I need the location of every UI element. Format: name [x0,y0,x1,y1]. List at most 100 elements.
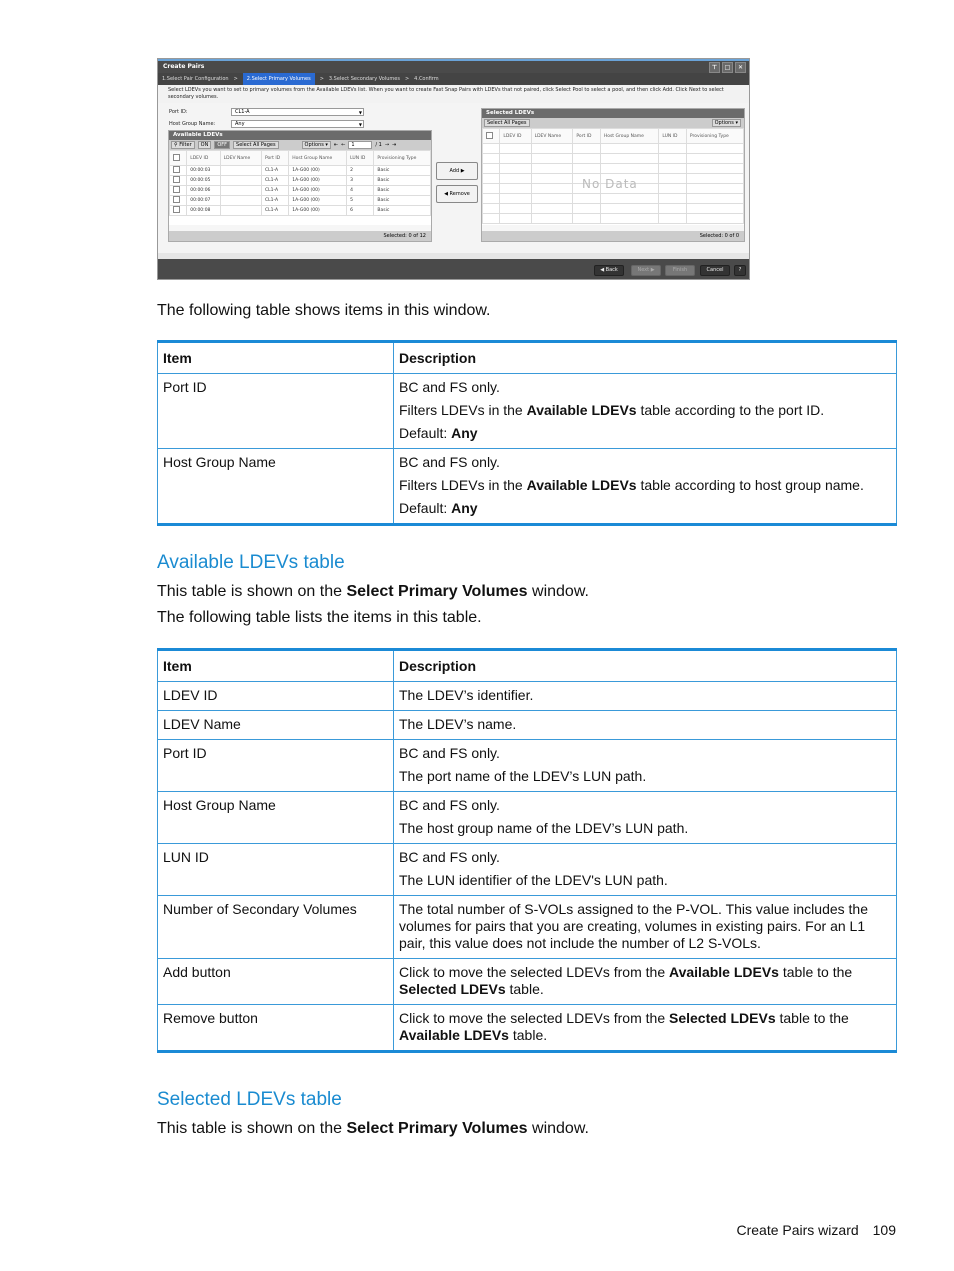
column-header[interactable]: LDEV ID [499,128,532,144]
cell [219,195,263,206]
table-row[interactable] [481,163,745,174]
help-button[interactable]: ? [734,265,746,276]
page-input[interactable]: 1 [348,141,373,149]
column-header[interactable]: Port ID [260,150,290,166]
cell: Basic [373,175,431,186]
row-checkbox-cell[interactable] [168,185,188,196]
table-row[interactable]: 00:00:03 CL1-A 1A-G00 (00) 2 Basic [168,165,431,176]
options-button[interactable]: Options ▾ [711,119,741,127]
next-page-icon[interactable]: → [385,142,389,148]
description-line: The total number of S-VOLs assigned to t… [399,901,868,951]
row-checkbox-cell[interactable] [481,213,501,224]
table-row[interactable]: 00:00:07 CL1-A 1A-G00 (00) 5 Basic [168,195,431,206]
cell [499,173,532,184]
column-header[interactable]: Host Group Name [288,150,348,166]
available-ldevs-title: Available LDEVs [169,131,431,140]
column-header[interactable]: Port ID [572,128,601,144]
description-line: BC and FS only. [399,797,500,813]
checkbox[interactable] [173,176,180,183]
table-row[interactable]: 00:00:06 CL1-A 1A-G00 (00) 4 Basic [168,185,431,196]
select-all-checkbox[interactable] [481,128,501,144]
close-icon[interactable]: ✕ [735,62,746,73]
table-row[interactable] [481,203,745,214]
checkbox[interactable] [173,153,180,161]
item-cell: Number of Secondary Volumes [157,895,394,959]
row-checkbox-cell[interactable] [168,175,188,186]
cell [658,203,687,214]
pin-icon[interactable]: ⊤ [709,62,720,73]
checkbox[interactable] [173,206,180,213]
page-number: 109 [872,1222,896,1238]
table-row[interactable]: 00:00:05 CL1-A 1A-G00 (00) 3 Basic [168,175,431,186]
row-checkbox-cell[interactable] [168,205,188,216]
select-all-pages-button[interactable]: Select All Pages [233,141,279,149]
table-row: LDEV Name The LDEV’s name. [157,710,897,740]
column-header[interactable]: LDEV Name [219,150,263,166]
wizard-step[interactable]: 4.Confirm [414,73,438,85]
next-button[interactable]: Next ▶ [631,265,661,276]
row-checkbox-cell[interactable] [481,163,501,174]
item-cell: LUN ID [157,843,394,896]
select-all-pages-button[interactable]: Select All Pages [484,119,530,127]
back-button[interactable]: ◀ Back [594,265,624,276]
checkbox[interactable] [173,196,180,203]
maximize-icon[interactable]: □ [722,62,733,73]
wizard-step[interactable]: 3.Select Secondary Volumes [329,73,400,85]
cancel-button[interactable]: Cancel [700,265,730,276]
chevron-down-icon: ▼ [358,122,362,127]
column-header[interactable]: LUN ID [346,150,375,166]
description-line: Filters LDEVs in the Available LDEVs tab… [399,477,864,493]
row-checkbox-cell[interactable] [481,193,501,204]
filter-off-button[interactable]: OFF [214,141,231,149]
column-header[interactable]: Host Group Name [599,128,660,144]
description-line: BC and FS only. [399,454,500,470]
column-header[interactable]: Provisioning Type [685,128,745,144]
column-header[interactable]: Provisioning Type [373,150,431,166]
column-header[interactable]: LUN ID [658,128,687,144]
filter-on-button[interactable]: ON [197,141,212,149]
table-row[interactable] [481,193,745,204]
row-checkbox-cell[interactable] [481,173,501,184]
select-all-checkbox[interactable] [168,150,188,166]
table-row: Port ID BC and FS only. Filters LDEVs in t… [157,373,897,449]
cell: CL1-A [260,165,290,176]
cell: 00:00:08 [186,205,221,216]
add-button[interactable]: Add ▶ [436,162,478,180]
host-group-select[interactable]: Any ▼ [231,120,364,128]
table-row[interactable] [481,213,745,224]
checkbox[interactable] [486,131,493,139]
first-page-icon[interactable]: ⇤ [334,142,338,148]
row-checkbox-cell[interactable] [481,183,501,194]
checkbox[interactable] [173,186,180,193]
cell [658,183,687,194]
selected-toolbar: Select All Pages Options ▾ [482,118,744,128]
description-cell: The LDEV’s name. [393,710,897,740]
row-checkbox-cell[interactable] [168,195,188,206]
options-button[interactable]: Options ▾ [301,141,331,149]
description-line: Click to move the selected LDEVs from th… [399,964,853,997]
description-line: The LDEV’s identifier. [399,687,534,703]
table-row[interactable] [481,143,745,154]
column-header[interactable]: LDEV ID [186,150,221,166]
wizard-step[interactable]: 2.Select Primary Volumes [242,73,315,85]
column-header[interactable]: LDEV Name [530,128,574,144]
cell [499,183,532,194]
finish-button[interactable]: Finish [665,265,695,276]
port-id-select[interactable]: CL1-A ▼ [231,108,364,116]
table-row[interactable] [481,153,745,164]
table-row[interactable]: 00:00:08 CL1-A 1A-G00 (00) 6 Basic [168,205,431,216]
cell [499,163,532,174]
row-checkbox-cell[interactable] [481,203,501,214]
description-line: BC and FS only. [399,745,500,761]
row-checkbox-cell[interactable] [481,153,501,164]
last-page-icon[interactable]: ⇥ [392,142,396,148]
cell: CL1-A [260,185,290,196]
row-checkbox-cell[interactable] [168,165,188,176]
checkbox[interactable] [173,166,180,173]
remove-button[interactable]: ◀ Remove [436,185,478,203]
wizard-step[interactable]: 1.Select Pair Configuration [162,73,229,85]
filter-button[interactable]: ⚲ Filter [171,141,195,149]
step-separator: > [319,76,324,82]
row-checkbox-cell[interactable] [481,143,501,154]
prev-page-icon[interactable]: ← [341,142,345,148]
